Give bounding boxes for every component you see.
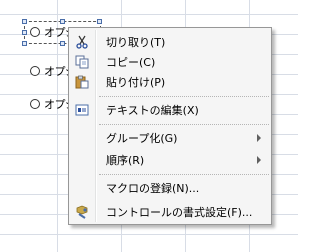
submenu-arrow-icon [257, 134, 261, 142]
radio-circle-icon [30, 99, 40, 109]
menu-separator [99, 96, 269, 97]
menu-item-label: 順序(R) [106, 154, 145, 167]
submenu-arrow-icon [257, 156, 261, 164]
menu-separator [99, 124, 269, 125]
resize-handle-bottom-left[interactable] [22, 41, 27, 46]
scissors-icon [71, 32, 93, 52]
resize-handle-top-left[interactable] [22, 19, 27, 24]
menu-item-format-control[interactable]: コントロールの書式設定(F)... [71, 202, 269, 222]
menu-item-label: コピー(C) [106, 56, 156, 69]
menu-item-label: コントロールの書式設定(F)... [106, 206, 253, 219]
menu-item-edit-text[interactable]: テキストの編集(X) [71, 100, 269, 120]
menu-item-paste[interactable]: 貼り付け(P) [71, 72, 269, 92]
menu-item-cut[interactable]: 切り取り(T) [71, 32, 269, 52]
context-menu: 切り取り(T) コピー(C) 貼り付け(P) テキストの編集(X) グループ化(… [68, 27, 272, 225]
menu-item-label: 貼り付け(P) [106, 76, 166, 89]
resize-handle-top-center[interactable] [60, 19, 65, 24]
menu-item-label: マクロの登録(N)... [106, 182, 200, 195]
menu-separator [99, 174, 269, 175]
resize-handle-middle-left[interactable] [22, 30, 27, 35]
menu-item-order[interactable]: 順序(R) [71, 150, 269, 170]
menu-item-label: 切り取り(T) [106, 36, 166, 49]
menu-item-label: グループ化(G) [106, 132, 178, 145]
menu-item-group[interactable]: グループ化(G) [71, 128, 269, 148]
menu-item-copy[interactable]: コピー(C) [71, 52, 269, 72]
resize-handle-bottom-center[interactable] [60, 41, 65, 46]
paste-icon [71, 72, 93, 92]
edit-text-icon [71, 100, 93, 120]
resize-handle-top-right[interactable] [97, 19, 102, 24]
radio-circle-icon [30, 66, 40, 76]
format-control-icon [71, 202, 93, 222]
copy-icon [71, 52, 93, 72]
menu-item-label: テキストの編集(X) [106, 104, 199, 117]
menu-item-assign-macro[interactable]: マクロの登録(N)... [71, 178, 269, 198]
